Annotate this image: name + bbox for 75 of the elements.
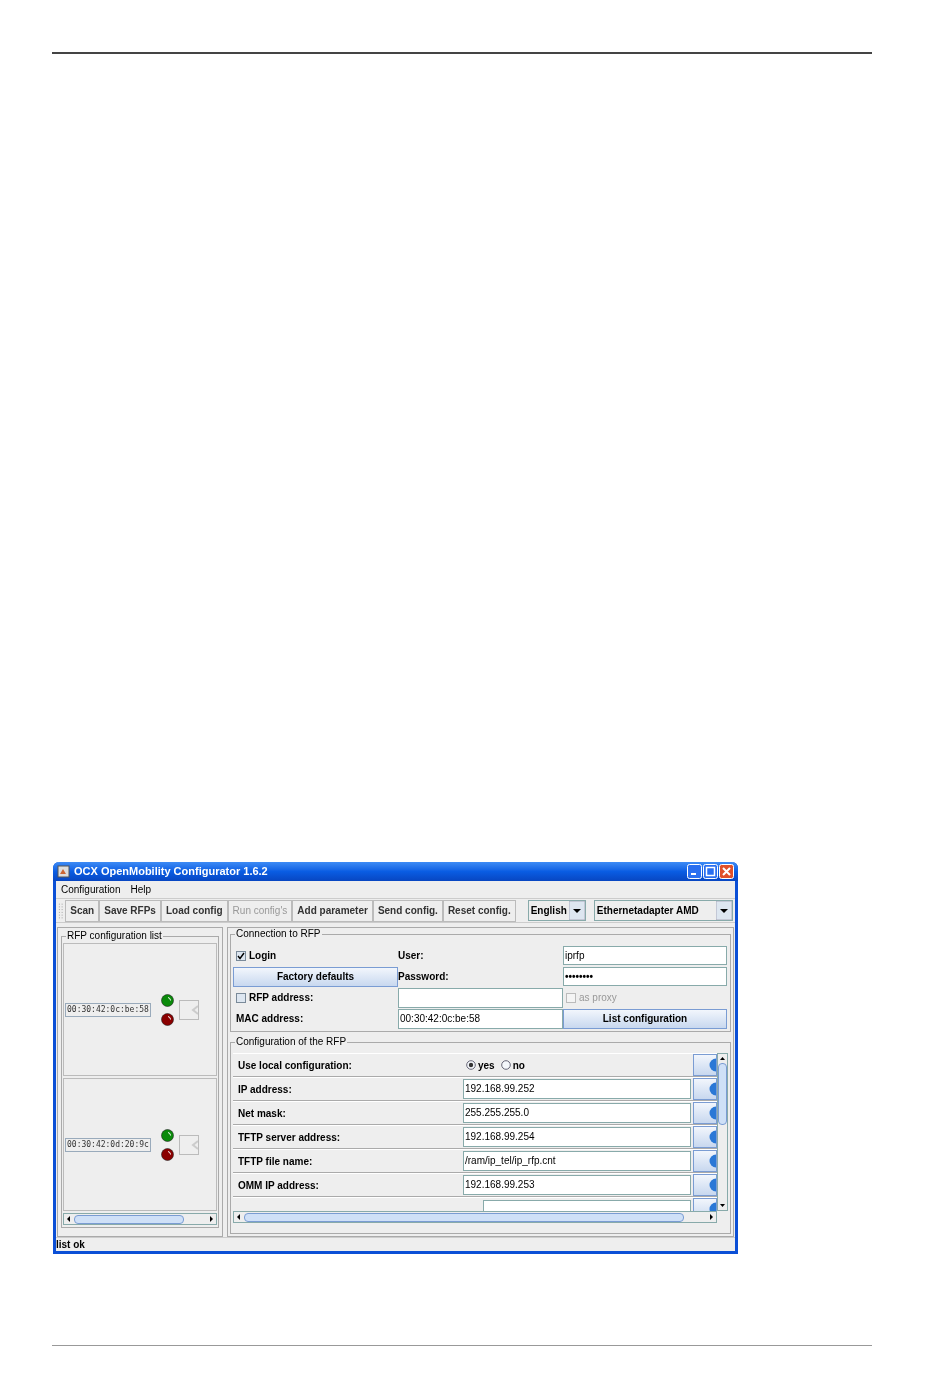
dropdown-arrow-icon (568, 901, 585, 921)
group-title: Configuration of the RFP (235, 1036, 348, 1048)
mac-address-label: MAC address: (235, 1012, 305, 1026)
dropdown-value: English (529, 904, 568, 919)
window-title: OCX OpenMobility Configurator 1.6.2 (74, 864, 269, 880)
help-button[interactable] (693, 1150, 717, 1172)
horizontal-scrollbar[interactable] (63, 1213, 217, 1225)
toolbar-button[interactable]: Scan (65, 899, 100, 922)
user-label: User: (398, 949, 425, 963)
password-label: Password: (398, 970, 450, 984)
maximize-icon[interactable] (703, 864, 718, 879)
toolbar-button[interactable]: Load config (160, 899, 228, 922)
scrollbar-thumb[interactable] (74, 1214, 184, 1224)
radio-label: yes (478, 1058, 495, 1073)
help-button[interactable] (693, 1174, 717, 1196)
factory-defaults-button[interactable]: Factory defaults (233, 966, 398, 987)
parameter-label: Use local configuration: (237, 1058, 353, 1073)
vertical-scrollbar[interactable] (717, 1053, 728, 1211)
value-field[interactable]: 192.168.99.254 (463, 1127, 691, 1147)
scrollbar-thumb[interactable] (244, 1212, 684, 1222)
help-button[interactable] (693, 1054, 717, 1076)
checkbox[interactable] (236, 950, 246, 961)
up-arrow-icon (718, 1054, 727, 1063)
status-light-icon (160, 1012, 174, 1026)
radio-button[interactable] (466, 1060, 476, 1070)
toolbar-button[interactable]: Send config. (372, 899, 443, 922)
help-button[interactable] (693, 1102, 717, 1124)
status-light-icon (160, 993, 174, 1007)
rfp-address-label: RFP address: (249, 991, 314, 1005)
radio-label: no (512, 1058, 525, 1073)
minimize-icon[interactable] (687, 864, 702, 879)
status-light-icon (160, 1147, 174, 1161)
checkbox[interactable] (236, 992, 246, 1003)
group-title: Connection to RFP (235, 928, 322, 940)
rfp-item[interactable]: 00:30:42:0d:20:9c (63, 1078, 217, 1211)
parameter-label: OMM IP address: (237, 1178, 320, 1193)
rfp-item[interactable]: 00:30:42:0c:be:58 (63, 943, 217, 1076)
down-arrow-icon (718, 1201, 727, 1210)
scrollbar-thumb[interactable] (718, 1063, 727, 1125)
menu-item[interactable]: Help (130, 882, 152, 898)
password-field[interactable]: •••••••• (563, 967, 727, 986)
toolbar-button[interactable]: Add parameter (292, 899, 373, 922)
value-field[interactable]: 192.168.99.252 (463, 1079, 691, 1099)
toolbar-button[interactable]: Reset config. (442, 899, 516, 922)
mac-label: 00:30:42:0d:20:9c (65, 1137, 151, 1152)
dropdown-arrow-icon (716, 901, 732, 921)
help-button[interactable] (693, 1078, 717, 1100)
parameter-label: Net mask: (237, 1106, 287, 1121)
menu-item[interactable]: Configuration (61, 882, 121, 898)
value-field[interactable]: /ram/ip_tel/ip_rfp.cnt (463, 1151, 691, 1171)
parameter-label: TFTP server address: (237, 1130, 342, 1145)
user-field[interactable]: iprfp (563, 946, 727, 965)
login-label: Login (249, 949, 277, 963)
close-icon[interactable] (719, 864, 734, 879)
group-title: RFP configuration list (66, 930, 163, 942)
mac-label: 00:30:42:0c:be:58 (65, 1002, 151, 1017)
value-field[interactable]: 255.255.255.0 (463, 1103, 691, 1123)
app-icon (57, 865, 70, 878)
status-text: list ok (56, 1238, 85, 1252)
mac-address-field[interactable]: 00:30:42:0c:be:58 (398, 1008, 563, 1029)
toolbar-button[interactable]: Save RFPs (99, 899, 161, 922)
rfp-address-field[interactable] (398, 987, 563, 1008)
parameter-label: TFTP file name: (237, 1154, 314, 1169)
list-configuration-button[interactable]: List configuration (563, 1008, 727, 1029)
dropdown-value: Ethernetadapter AMD (595, 904, 700, 919)
horizontal-scrollbar[interactable] (233, 1211, 717, 1223)
value-field[interactable]: 192.168.99.253 (463, 1175, 691, 1195)
as-proxy-label: as proxy (579, 991, 617, 1005)
status-light-icon (160, 1128, 174, 1142)
help-button[interactable] (693, 1126, 717, 1148)
radio-button[interactable] (500, 1060, 511, 1070)
check-icon (237, 951, 245, 960)
parameter-label: IP address: (237, 1082, 293, 1097)
dropdown[interactable]: Ethernetadapter AMD (593, 900, 733, 922)
dropdown[interactable]: English (527, 900, 586, 922)
